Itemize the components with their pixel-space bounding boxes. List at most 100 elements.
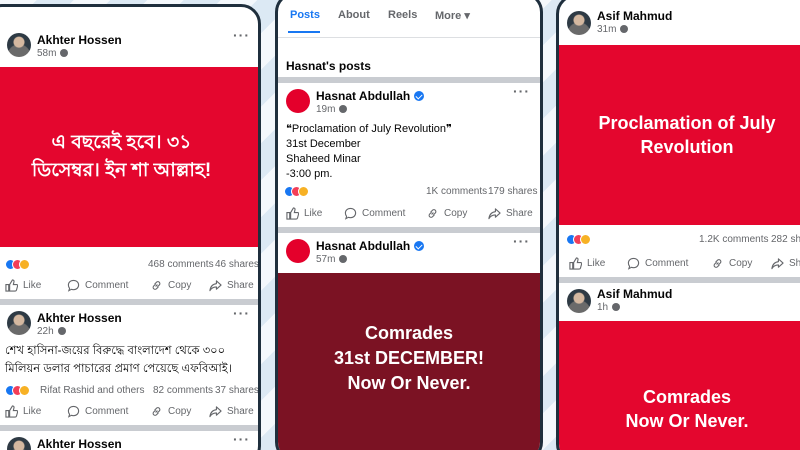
avatar[interactable]	[286, 239, 310, 263]
post-author[interactable]: Akhter Hossen	[37, 311, 122, 325]
globe-icon	[612, 303, 621, 311]
post-image[interactable]: Comrades 31st DECEMBER! Now Or Never.	[278, 273, 540, 450]
share-button[interactable]: Share	[488, 207, 533, 220]
globe-icon	[57, 327, 66, 335]
copy-button[interactable]: Copy	[150, 279, 191, 292]
globe-icon	[620, 25, 629, 33]
post-text-line: Shaheed Minar	[286, 153, 361, 165]
globe-icon	[339, 255, 348, 263]
post-divider	[559, 277, 800, 283]
comment-count[interactable]: 468 comments	[148, 259, 214, 270]
tab-reels[interactable]: Reels	[388, 9, 417, 21]
reactors-text[interactable]: Rifat Rashid and others	[40, 385, 145, 396]
comment-count[interactable]: 1K comments	[426, 186, 487, 197]
wow-reaction-icon	[19, 385, 30, 396]
post-actions: Like Comment Copy Share	[278, 207, 540, 227]
avatar[interactable]	[7, 33, 31, 57]
avatar[interactable]	[567, 11, 591, 35]
post-headline: Proclamation of July Revolution	[598, 113, 776, 157]
avatar[interactable]	[286, 89, 310, 113]
post-time: 57m	[316, 254, 348, 265]
reaction-icons[interactable]	[566, 234, 596, 245]
section-title: Hasnat's posts	[286, 59, 371, 73]
post-time: 22h	[37, 326, 66, 337]
care-reaction-icon	[580, 234, 591, 245]
reaction-icons[interactable]	[5, 259, 35, 270]
tabs-divider	[278, 37, 540, 38]
comment-count[interactable]: 82 comments	[153, 385, 213, 396]
more-dots-icon[interactable]: ···	[233, 305, 250, 321]
comment-count[interactable]: 1.2K comments	[699, 234, 768, 245]
phone-frame-right: Asif Mahmud 31m Proclamation of July Rev…	[556, 0, 800, 450]
comment-button[interactable]: Comment	[67, 279, 128, 292]
profile-tabs: Posts About Reels More ▾	[278, 0, 540, 35]
globe-icon	[339, 105, 348, 113]
more-dots-icon[interactable]: ···	[233, 431, 250, 447]
post-image[interactable]: Proclamation of July Revolution	[559, 45, 800, 225]
copy-icon	[152, 281, 161, 290]
share-count[interactable]: 179 shares	[488, 186, 537, 197]
post-actions: Like Comment Copy Share	[0, 405, 258, 425]
more-dots-icon[interactable]: ···	[233, 27, 250, 43]
post-author[interactable]: Asif Mahmud	[597, 9, 672, 23]
post-author[interactable]: Hasnat Abdullah	[316, 239, 425, 253]
post-author[interactable]: Asif Mahmud	[597, 287, 672, 301]
copy-icon	[428, 209, 437, 218]
share-icon	[209, 280, 222, 292]
post-divider	[0, 299, 258, 305]
active-tab-indicator	[288, 31, 320, 33]
post-image[interactable]: এ বছরেই হবে। ৩১ ডিসেম্বর। ইন শা আল্লাহ!	[0, 67, 258, 247]
care-reaction-icon	[298, 186, 309, 197]
reaction-icons[interactable]	[284, 186, 314, 197]
verified-icon	[414, 241, 425, 251]
post-divider	[278, 77, 540, 83]
copy-button[interactable]: Copy	[711, 257, 752, 270]
comment-button[interactable]: Comment	[344, 207, 405, 220]
like-icon	[5, 405, 18, 418]
copy-button[interactable]: Copy	[150, 405, 191, 418]
post-headline: এ বছরেই হবে। ৩১ ডিসেম্বর। ইন শা আল্লাহ!	[31, 132, 212, 181]
share-button[interactable]: Share	[771, 257, 800, 270]
tab-posts[interactable]: Posts	[290, 9, 320, 21]
share-icon	[771, 258, 784, 270]
share-button[interactable]: Share	[209, 405, 254, 418]
avatar[interactable]	[567, 289, 591, 313]
copy-button[interactable]: Copy	[426, 207, 467, 220]
share-count[interactable]: 282 sha	[771, 234, 800, 245]
like-button[interactable]: Like	[569, 257, 605, 270]
post-image[interactable]: Comrades Now Or Never.	[559, 321, 800, 450]
comment-button[interactable]: Comment	[627, 257, 688, 270]
post-author[interactable]: Akhter Hossen	[37, 437, 122, 450]
share-button[interactable]: Share	[209, 279, 254, 292]
post-time: 58m	[37, 48, 69, 59]
like-icon	[286, 207, 299, 220]
comment-button[interactable]: Comment	[67, 405, 128, 418]
share-count[interactable]: 46 shares	[215, 259, 258, 270]
globe-icon	[60, 49, 69, 57]
comment-icon	[67, 279, 80, 292]
post-actions: Like Comment Copy Share	[559, 257, 800, 277]
avatar[interactable]	[7, 437, 31, 450]
like-button[interactable]: Like	[286, 207, 322, 220]
post-headline-line: Now Or Never.	[625, 411, 749, 431]
comment-icon	[627, 257, 640, 270]
share-count[interactable]: 37 shares	[215, 385, 258, 396]
post-time: 31m	[597, 24, 629, 35]
more-dots-icon[interactable]: ···	[513, 233, 530, 249]
more-dots-icon[interactable]: ···	[513, 83, 530, 99]
like-button[interactable]: Like	[5, 279, 41, 292]
post-headline-line: Comrades	[364, 322, 454, 343]
comment-icon	[67, 405, 80, 418]
tab-more[interactable]: More ▾	[435, 9, 470, 22]
phone-frame-left: Akhter Hossen 58m ··· এ বছরেই হবে। ৩১ ডি…	[0, 4, 261, 450]
post-author[interactable]: Hasnat Abdullah	[316, 89, 425, 103]
tab-about[interactable]: About	[338, 9, 370, 21]
avatar[interactable]	[7, 311, 31, 335]
post-headline-line: Now Or Never.	[347, 372, 471, 393]
post-text-line: -3:00 pm.	[286, 168, 333, 180]
reaction-icons[interactable]	[5, 385, 35, 396]
post-author[interactable]: Akhter Hossen	[37, 33, 122, 47]
post-headline-line: Comrades	[642, 387, 732, 407]
like-icon	[569, 257, 582, 270]
like-button[interactable]: Like	[5, 405, 41, 418]
